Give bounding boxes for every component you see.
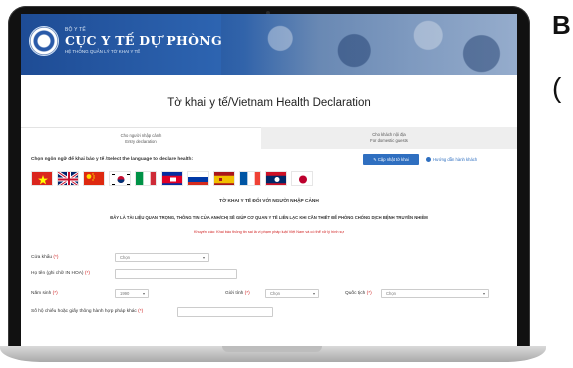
italy-flag-icon[interactable]: [135, 171, 157, 186]
side-heading-letter: B: [552, 10, 571, 40]
birth-year-label-text: Năm sinh: [31, 291, 52, 296]
page-content: Tờ khai y tế/Vietnam Health Declaration …: [21, 75, 517, 346]
required-marker: (*): [51, 291, 58, 296]
form-notice: ĐÂY LÀ TÀI LIỆU QUAN TRỌNG, THÔNG TIN CỦ…: [110, 215, 428, 220]
browser-screen: BỘ Y TẾ CỤC Y TẾ DỰ PHÒNG HỆ THỐNG QUẢN …: [21, 14, 517, 346]
passenger-guide-link[interactable]: Hướng dẫn hành khách: [426, 155, 477, 164]
gender-value: Chọn: [270, 291, 281, 296]
border-gate-select[interactable]: Chọn ▾: [115, 253, 209, 262]
birth-year-select[interactable]: 1990 ▾: [115, 289, 149, 298]
required-marker: (*): [365, 291, 372, 296]
border-gate-value: Chọn: [120, 255, 131, 260]
birth-year-label: Năm sinh (*): [31, 291, 58, 296]
info-icon: [426, 157, 431, 163]
nationality-select[interactable]: Chọn ▾: [381, 289, 489, 298]
laos-flag-icon[interactable]: [265, 171, 287, 186]
chevron-down-icon: ▾: [312, 291, 315, 296]
page-title: Tờ khai y tế/Vietnam Health Declaration: [167, 97, 371, 109]
chevron-down-icon: ▾: [142, 291, 145, 296]
required-marker: (*): [243, 291, 250, 296]
tab-entry-line2: Entry declaration: [125, 139, 157, 144]
vietnam-flag-icon[interactable]: [31, 171, 53, 186]
tab-domestic-guests[interactable]: Cho khách nội địa For domestic guests: [261, 127, 517, 149]
declaration-tabs: Cho người nhập cảnh Entry declaration Ch…: [21, 127, 517, 149]
full-name-label: Họ tên (ghi chữ IN HOA) (*): [31, 271, 90, 276]
update-button-label: Cập nhật tờ khai: [377, 157, 409, 162]
russia-flag-icon[interactable]: [187, 171, 209, 186]
tab-entry-declaration[interactable]: Cho người nhập cảnh Entry declaration: [21, 127, 261, 149]
organization-name: CỤC Y TẾ DỰ PHÒNG: [65, 33, 222, 48]
tab-domestic-line2: For domestic guests: [370, 138, 408, 143]
laptop-notch: [222, 346, 322, 352]
nationality-value: Chọn: [386, 291, 397, 296]
required-marker: (*): [83, 271, 90, 276]
korea-flag-icon[interactable]: [109, 171, 131, 186]
birth-year-value: 1990: [120, 291, 130, 296]
guide-link-label: Hướng dẫn hành khách: [433, 157, 478, 162]
update-declaration-button[interactable]: ✎ Cập nhật tờ khai: [363, 154, 419, 165]
language-prompt: Chọn ngôn ngữ để khai báo y tế /Select t…: [31, 157, 194, 162]
ministry-logo-icon: [29, 26, 59, 56]
china-flag-icon[interactable]: [83, 171, 105, 186]
passport-input[interactable]: [177, 307, 273, 317]
border-gate-label-text: Cửa khẩu: [31, 255, 53, 260]
required-marker: (*): [136, 309, 144, 314]
form-heading: TỜ KHAI Y TẾ ĐỐI VỚI NGƯỜI NHẬP CẢNH: [219, 199, 319, 204]
banner-photo: [221, 14, 517, 75]
cambodia-flag-icon[interactable]: [161, 171, 183, 186]
uk-flag-icon[interactable]: [57, 171, 79, 186]
chevron-down-icon: ▾: [482, 291, 485, 296]
full-name-label-text: Họ tên (ghi chữ IN HOA): [31, 271, 84, 276]
gender-select[interactable]: Chọn ▾: [265, 289, 319, 298]
chevron-down-icon: ▾: [202, 255, 205, 260]
header-banner: BỘ Y TẾ CỤC Y TẾ DỰ PHÒNG HỆ THỐNG QUẢN …: [21, 14, 517, 75]
required-marker: (*): [52, 255, 59, 260]
border-gate-label: Cửa khẩu (*): [31, 255, 58, 260]
full-name-input[interactable]: [115, 269, 237, 279]
form-warning: Khuyến cáo: Khai báo thông tin sai là vi…: [193, 230, 345, 234]
passport-label-text: Số hộ chiếu hoặc giấy thông hành hợp phá…: [31, 309, 137, 314]
japan-flag-icon[interactable]: [291, 171, 313, 186]
nationality-label-text: Quốc tịch: [345, 291, 366, 296]
nationality-label: Quốc tịch (*): [345, 291, 372, 296]
france-flag-icon[interactable]: [239, 171, 261, 186]
side-heading-paren: (: [552, 72, 562, 103]
system-subtitle: HỆ THỐNG QUẢN LÝ TỜ KHAI Y TẾ: [65, 49, 141, 54]
gender-label: Giới tính (*): [225, 291, 250, 296]
passport-label: Số hộ chiếu hoặc giấy thông hành hợp phá…: [31, 309, 143, 314]
spain-flag-icon[interactable]: [213, 171, 235, 186]
gender-label-text: Giới tính: [225, 291, 244, 296]
